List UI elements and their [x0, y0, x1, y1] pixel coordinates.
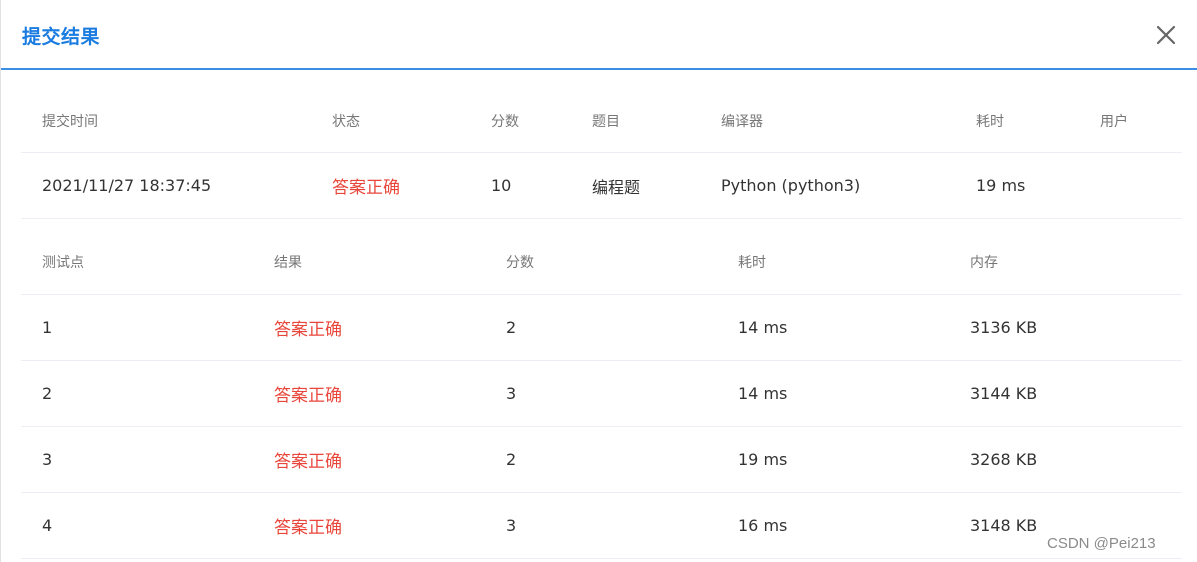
duration-value: 14 ms: [717, 360, 949, 427]
duration-value: 16 ms: [717, 492, 949, 559]
memory-value: 3268 KB: [949, 426, 1182, 493]
column-header-user: 用户: [1079, 89, 1182, 153]
table-row: 1 答案正确 2 14 ms 3136 KB: [21, 294, 1182, 361]
score-value: 2: [485, 294, 717, 361]
column-header-test-point: 测试点: [21, 230, 253, 295]
column-header-status: 状态: [311, 89, 470, 153]
column-header-compiler: 编译器: [700, 89, 955, 153]
status-badge: 答案正确: [311, 152, 470, 219]
score-value: 3: [485, 492, 717, 559]
status-badge: 答案正确: [253, 426, 485, 493]
table-row: 3 答案正确 2 19 ms 3268 KB: [21, 426, 1182, 493]
test-cases-table: 测试点 结果 分数 耗时 内存 1 答案正确 2 14 ms 3136 KB 2…: [21, 230, 1182, 559]
user-value: [1079, 152, 1182, 219]
table-row: 4 答案正确 3 16 ms 3148 KB: [21, 492, 1182, 559]
duration-value: 19 ms: [717, 426, 949, 493]
table-row: 2 答案正确 3 14 ms 3144 KB: [21, 360, 1182, 427]
duration-value: 19 ms: [955, 152, 1079, 219]
watermark: CSDN @Pei213: [1047, 535, 1156, 552]
column-header-problem: 题目: [571, 89, 700, 153]
column-header-result: 结果: [253, 230, 485, 295]
tests-header-row: 测试点 结果 分数 耗时 内存: [21, 230, 1182, 295]
status-badge: 答案正确: [253, 294, 485, 361]
close-button[interactable]: [1151, 20, 1181, 50]
column-header-duration: 耗时: [955, 89, 1079, 153]
column-header-score: 分数: [470, 89, 571, 153]
problem-type: 编程题: [571, 152, 700, 219]
dialog-title: 提交结果: [22, 26, 101, 48]
memory-value: 3144 KB: [949, 360, 1182, 427]
column-header-memory: 内存: [949, 230, 1182, 295]
dialog-header: 提交结果: [1, 0, 1197, 70]
test-id: 1: [21, 294, 253, 361]
submit-time: 2021/11/27 18:37:45: [21, 152, 311, 219]
summary-header-row: 提交时间 状态 分数 题目 编译器 耗时 用户: [21, 89, 1182, 153]
submission-result-dialog: 提交结果 提交时间 状态 分数 题目 编译器 耗时 用户 2021/11/27 …: [0, 0, 1197, 562]
close-icon: [1156, 25, 1176, 45]
duration-value: 14 ms: [717, 294, 949, 361]
column-header-duration: 耗时: [717, 230, 949, 295]
score-value: 10: [470, 152, 571, 219]
column-header-submit-time: 提交时间: [21, 89, 311, 153]
status-badge: 答案正确: [253, 492, 485, 559]
test-id: 3: [21, 426, 253, 493]
compiler-value: Python (python3): [700, 152, 955, 219]
status-badge: 答案正确: [253, 360, 485, 427]
table-row: 2021/11/27 18:37:45 答案正确 10 编程题 Python (…: [21, 152, 1182, 219]
memory-value: 3136 KB: [949, 294, 1182, 361]
score-value: 3: [485, 360, 717, 427]
column-header-score: 分数: [485, 230, 717, 295]
submission-summary-table: 提交时间 状态 分数 题目 编译器 耗时 用户 2021/11/27 18:37…: [21, 89, 1182, 219]
score-value: 2: [485, 426, 717, 493]
test-id: 2: [21, 360, 253, 427]
test-id: 4: [21, 492, 253, 559]
